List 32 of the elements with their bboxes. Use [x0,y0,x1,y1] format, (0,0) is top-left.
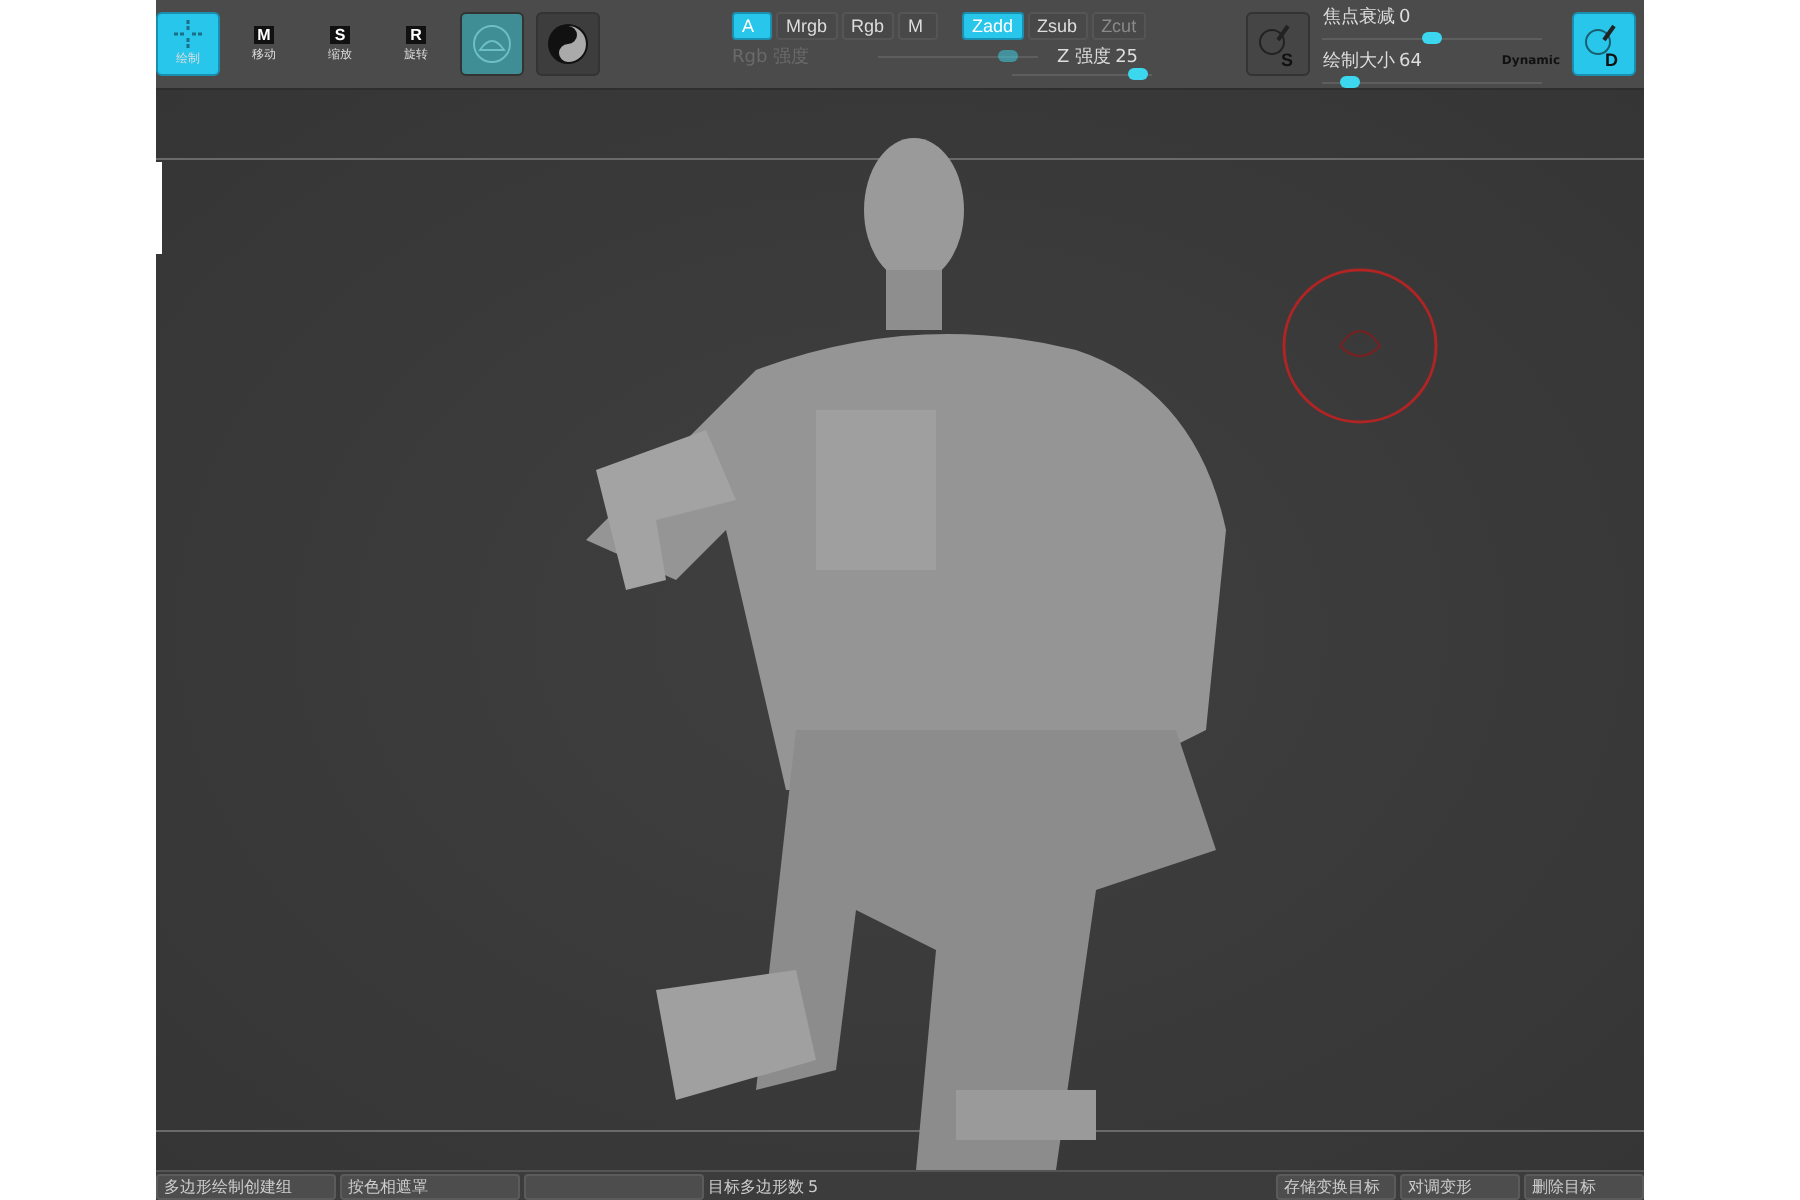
key-label: R [406,25,426,43]
slider-value: 64 [1398,51,1422,71]
slider-value: 0 [1398,7,1411,27]
yin-yang-icon [546,22,590,66]
brush-cursor-icon [1280,266,1440,426]
slider-label: 焦点衰减 [1322,5,1395,30]
slider-thumb[interactable] [1339,76,1360,88]
mode-button[interactable]: Zsub [1027,12,1088,40]
target-polys-label: 目标多边形数 [708,1175,804,1197]
bottom-button[interactable]: 对调变形 [1400,1173,1520,1199]
bottom-button[interactable]: 存储变换目标 [1276,1173,1396,1199]
slider-thumb[interactable] [1128,68,1148,80]
key-label: S [330,25,350,43]
slider-label: Z 强度 [1057,45,1112,70]
bottom-button[interactable]: 删除目标 [1524,1173,1644,1199]
bottom-button[interactable]: 按色相遮罩 [340,1173,520,1199]
material-button[interactable] [536,12,600,76]
slider-label: 绘制大小 [1322,49,1395,74]
target-polys-value: 5 [808,1177,819,1195]
mode-button[interactable]: Rgb [841,12,895,40]
sphere-icon [472,24,512,64]
brush-icon [1584,24,1616,56]
mode-button[interactable]: Mrgb [776,12,838,40]
brush-icon [1258,24,1291,56]
slider-thumb[interactable] [1422,32,1443,44]
material-button[interactable] [460,12,524,76]
draw-size-button[interactable]: D [1572,12,1636,76]
slider-value: 25 [1115,47,1139,67]
key-label: M [253,25,275,43]
bottom-button[interactable]: 多边形绘制创建组 [156,1173,336,1199]
crosshair-icon [174,20,202,48]
mode-button[interactable]: M [898,12,939,40]
